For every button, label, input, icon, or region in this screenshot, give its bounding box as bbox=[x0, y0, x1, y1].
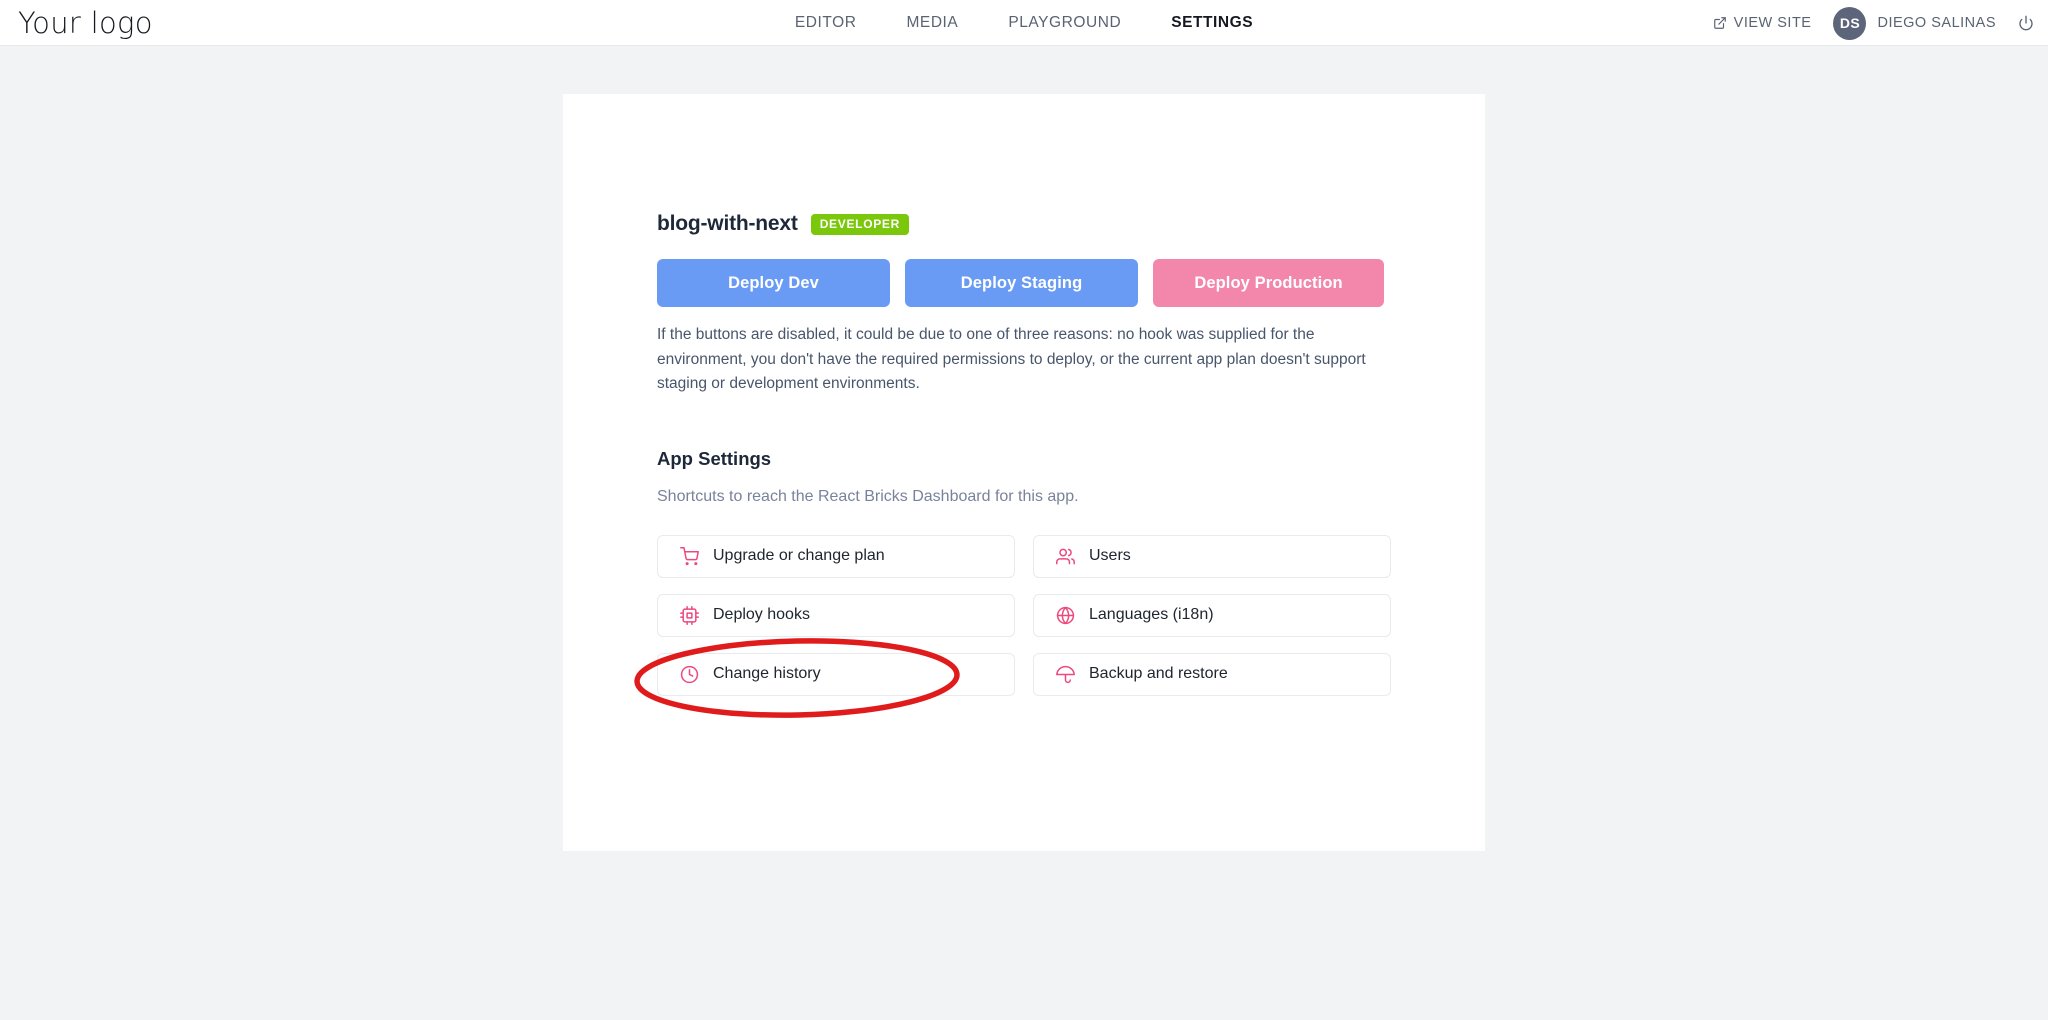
view-site-label: VIEW SITE bbox=[1733, 15, 1812, 31]
app-title-row: blog-with-next DEVELOPER bbox=[657, 210, 1391, 238]
user-name[interactable]: DIEGO SALINAS bbox=[1877, 15, 1996, 31]
power-icon bbox=[2018, 15, 2034, 31]
cpu-chip-icon bbox=[679, 605, 699, 625]
settings-card-label: Languages (i18n) bbox=[1089, 606, 1214, 623]
app-settings-grid: Upgrade or change plan Users Deploy hook… bbox=[657, 534, 1391, 696]
settings-card-change-history[interactable]: Change history bbox=[657, 652, 1015, 696]
settings-panel: blog-with-next DEVELOPER Deploy Dev Depl… bbox=[563, 94, 1485, 851]
settings-card-label: Upgrade or change plan bbox=[713, 547, 885, 564]
logout-button[interactable] bbox=[2018, 15, 2034, 31]
view-site-button[interactable]: VIEW SITE bbox=[1713, 15, 1812, 31]
status-badge: DEVELOPER bbox=[810, 213, 910, 235]
user-nav: VIEW SITE DS DIEGO SALINAS bbox=[1713, 0, 2034, 46]
settings-card-label: Deploy hooks bbox=[713, 606, 810, 623]
settings-card-label: Users bbox=[1089, 547, 1131, 564]
deploy-buttons-row: Deploy Dev Deploy Staging Deploy Product… bbox=[657, 259, 1391, 307]
settings-card-languages[interactable]: Languages (i18n) bbox=[1033, 593, 1391, 637]
settings-card-upgrade-plan[interactable]: Upgrade or change plan bbox=[657, 534, 1015, 578]
nav-item-editor[interactable]: EDITOR bbox=[795, 14, 857, 32]
deploy-staging-button[interactable]: Deploy Staging bbox=[905, 259, 1138, 307]
settings-card-users[interactable]: Users bbox=[1033, 534, 1391, 578]
settings-panel-content: blog-with-next DEVELOPER Deploy Dev Depl… bbox=[657, 210, 1391, 696]
umbrella-icon bbox=[1055, 664, 1075, 684]
main-nav: EDITOR MEDIA PLAYGROUND SETTINGS bbox=[795, 0, 1253, 46]
nav-item-settings[interactable]: SETTINGS bbox=[1171, 14, 1253, 32]
settings-card-deploy-hooks[interactable]: Deploy hooks bbox=[657, 593, 1015, 637]
globe-icon bbox=[1055, 605, 1075, 625]
app-settings-subtitle: Shortcuts to reach the React Bricks Dash… bbox=[657, 487, 1079, 505]
top-navigation-bar: Your logo EDITOR MEDIA PLAYGROUND SETTIN… bbox=[0, 0, 2048, 46]
shopping-cart-icon bbox=[679, 546, 699, 566]
avatar[interactable]: DS bbox=[1833, 6, 1867, 40]
external-link-icon bbox=[1713, 16, 1727, 30]
app-settings-heading: App Settings bbox=[657, 447, 772, 469]
settings-card-backup-restore[interactable]: Backup and restore bbox=[1033, 652, 1391, 696]
nav-item-playground[interactable]: PLAYGROUND bbox=[1008, 14, 1121, 32]
page-body: blog-with-next DEVELOPER Deploy Dev Depl… bbox=[0, 46, 2048, 1020]
deploy-production-button[interactable]: Deploy Production bbox=[1153, 259, 1384, 307]
app-logo[interactable]: Your logo bbox=[18, 6, 153, 40]
settings-card-label: Change history bbox=[713, 665, 821, 682]
deploy-hint-text: If the buttons are disabled, it could be… bbox=[657, 326, 1366, 392]
clock-icon bbox=[679, 664, 699, 684]
users-icon bbox=[1055, 546, 1075, 566]
deploy-dev-button[interactable]: Deploy Dev bbox=[657, 259, 890, 307]
nav-item-media[interactable]: MEDIA bbox=[906, 14, 958, 32]
settings-card-label: Backup and restore bbox=[1089, 665, 1228, 682]
page-title: blog-with-next bbox=[657, 212, 798, 235]
